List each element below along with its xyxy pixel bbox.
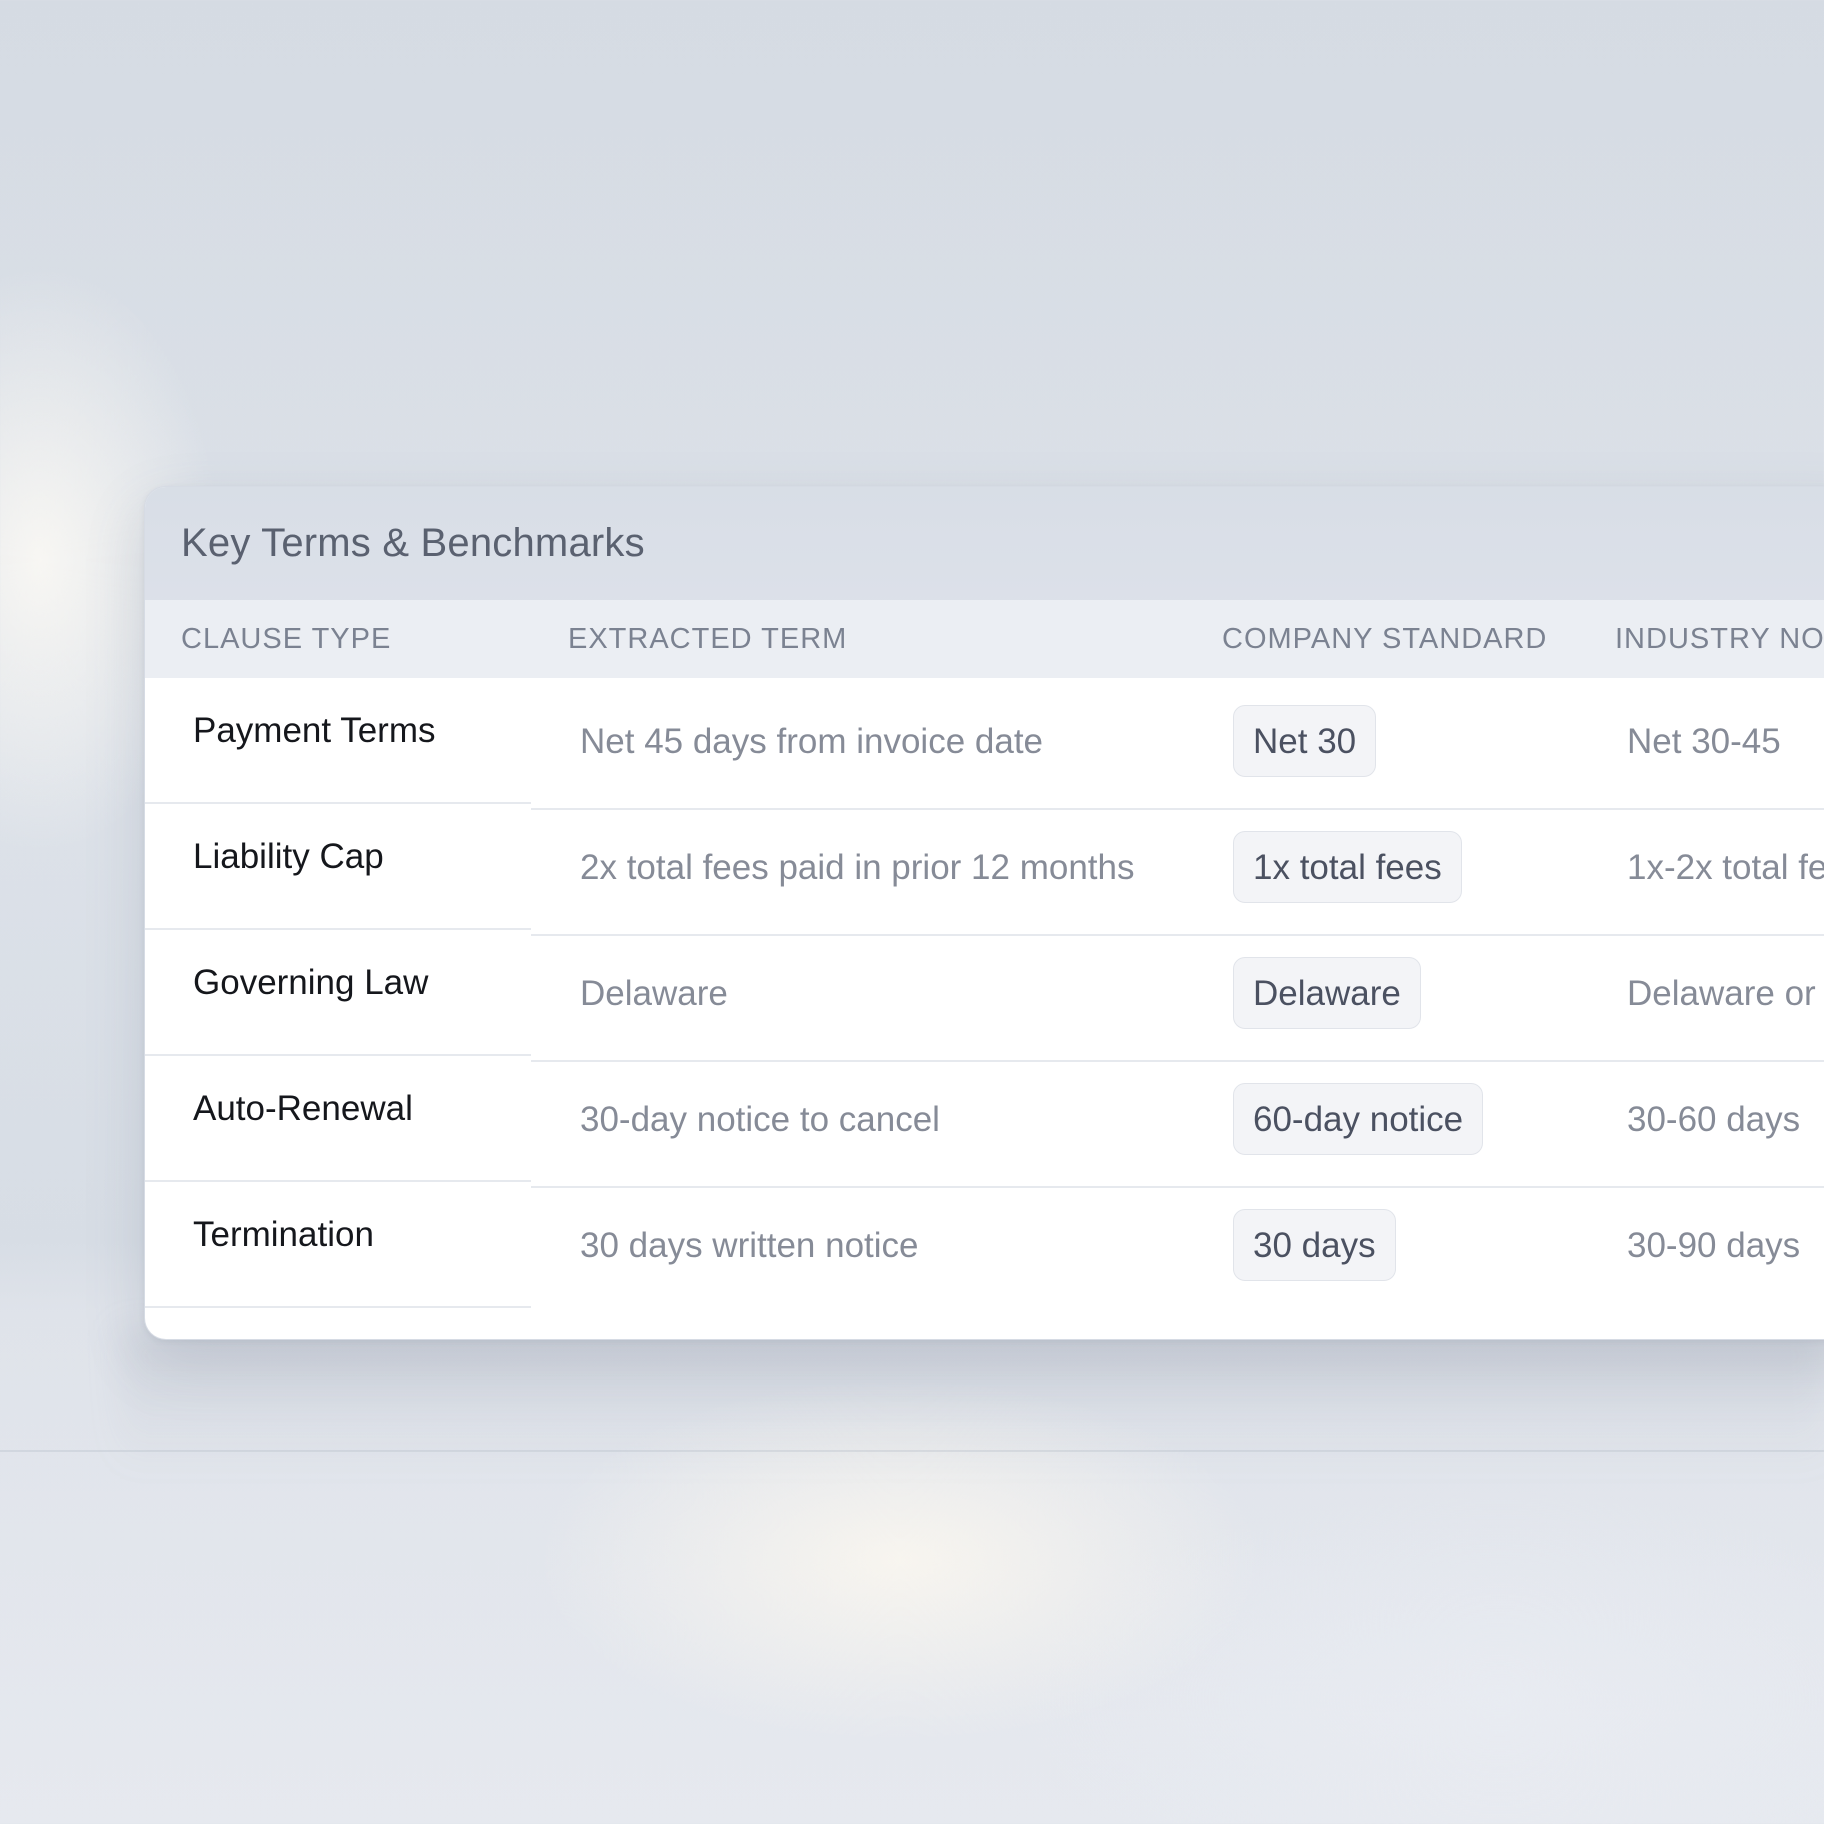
key-terms-card: Key Terms & Benchmarks CLAUSE TYPE EXTRA… xyxy=(144,486,1824,1340)
extracted-term-cell: Net 45 days from invoice date xyxy=(580,722,1044,761)
wall-floor-line xyxy=(0,1450,1824,1452)
clause-type-cell: Governing Law xyxy=(193,963,429,1002)
company-standard-badge: 1x total fees xyxy=(1233,831,1462,903)
table-row[interactable]: Payment Terms Net 45 days from invoice d… xyxy=(145,678,1824,810)
column-header-extracted-term[interactable]: EXTRACTED TERM xyxy=(568,600,847,678)
extracted-term-cell: Delaware xyxy=(580,974,728,1013)
clause-type-cell: Auto-Renewal xyxy=(193,1089,413,1128)
industry-norm-cell: 30-90 days xyxy=(1627,1226,1801,1265)
company-standard-badge: Delaware xyxy=(1233,957,1421,1029)
row-divider xyxy=(145,1306,531,1308)
clause-type-cell: Termination xyxy=(193,1215,374,1254)
extracted-term-cell: 30-day notice to cancel xyxy=(580,1100,940,1139)
industry-norm-cell: Net 30-45 xyxy=(1627,722,1781,761)
industry-norm-cell: 30-60 days xyxy=(1627,1100,1801,1139)
company-standard-badge: Net 30 xyxy=(1233,705,1377,777)
card-header: Key Terms & Benchmarks xyxy=(145,487,1824,600)
clause-type-cell: Liability Cap xyxy=(193,837,384,876)
extracted-term-cell: 2x total fees paid in prior 12 months xyxy=(580,848,1135,887)
card-title: Key Terms & Benchmarks xyxy=(181,521,645,565)
clause-type-cell: Payment Terms xyxy=(193,711,436,750)
industry-norm-cell: 1x-2x total fe xyxy=(1627,848,1824,887)
table-row[interactable]: Liability Cap 2x total fees paid in prio… xyxy=(145,804,1824,936)
column-header-clause-type[interactable]: CLAUSE TYPE xyxy=(181,600,391,678)
table-row[interactable]: Governing Law Delaware Delaware Delaware… xyxy=(145,930,1824,1062)
column-header-industry-norm[interactable]: INDUSTRY NO xyxy=(1615,600,1824,678)
table-header-row: CLAUSE TYPE EXTRACTED TERM COMPANY STAND… xyxy=(145,600,1824,678)
column-header-company-standard[interactable]: COMPANY STANDARD xyxy=(1222,600,1547,678)
table-row[interactable]: Termination 30 days written notice 30 da… xyxy=(145,1182,1824,1312)
extracted-term-cell: 30 days written notice xyxy=(580,1226,919,1265)
wall-shadow xyxy=(120,1330,1824,1470)
company-standard-badge: 60-day notice xyxy=(1233,1083,1484,1155)
table-body: Payment Terms Net 45 days from invoice d… xyxy=(145,678,1824,1312)
table-row[interactable]: Auto-Renewal 30-day notice to cancel 60-… xyxy=(145,1056,1824,1188)
company-standard-badge: 30 days xyxy=(1233,1209,1396,1281)
industry-norm-cell: Delaware or xyxy=(1627,974,1816,1013)
